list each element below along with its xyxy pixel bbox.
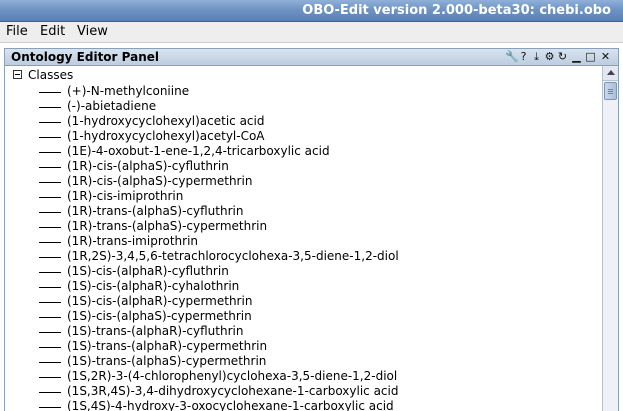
tree-connector-line [39,257,61,258]
tree-item-label: (1S,4S)-4-hydroxy-3-oxocyclohexane-1-car… [67,399,394,411]
tree-item-label: (1S,3R,4S)-3,4-dihydroxycyclohexane-1-ca… [67,384,399,398]
tree-connector-line [39,407,61,408]
tree-item[interactable]: (1R)-cis-(alphaS)-cypermethrin [5,174,601,189]
tree-item[interactable]: (1R)-trans-imiprothrin [5,234,601,249]
tree-root-classes[interactable]: Classes [28,68,73,82]
tree-item-label: (1S)-trans-(alphaR)-cyfluthrin [67,324,244,338]
tree-item-label: (-)-abietadiene [67,99,157,113]
pin-icon[interactable]: ⤓ [531,50,542,63]
tree-item-label: (1R)-cis-(alphaS)-cypermethrin [67,174,253,188]
tree-item-label: (1R)-trans-(alphaS)-cypermethrin [67,219,268,233]
tree-item[interactable]: (1R)-trans-(alphaS)-cyfluthrin [5,204,601,219]
tree-item-label: (1S)-cis-(alphaR)-cyfluthrin [67,264,229,278]
tree-item[interactable]: (1-hydroxycyclohexyl)acetic acid [5,114,601,129]
wrench-icon[interactable]: 🔧 [505,50,519,63]
tree-item-label: (1S)-cis-(alphaR)-cypermethrin [67,294,253,308]
tree-connector-line [39,107,61,108]
tree-connector-line [39,377,61,378]
collapse-toggle-icon[interactable] [13,70,22,79]
tree-connector-line [39,302,61,303]
scrollbar-thumb[interactable] [604,82,617,100]
window-titlebar[interactable]: OBO-Edit version 2.000-beta30: chebi.obo [0,0,623,22]
minimize-icon[interactable]: ▁ [571,50,582,63]
tree-connector-line [39,242,61,243]
tree-connector-line [39,212,61,213]
tree-item-label: (1E)-4-oxobut-1-ene-1,2,4-tricarboxylic … [67,144,330,158]
tree-item-label: (1R)-trans-imiprothrin [67,234,199,248]
ontology-tree[interactable]: Classes (+)-N-methylconiine (-)-abietadie… [4,66,602,411]
menubar: File Edit View [0,22,623,43]
tree-item[interactable]: (1R)-trans-(alphaS)-cypermethrin [5,219,601,234]
thumb-grip-line [608,93,613,94]
tree-item[interactable]: (1R,2S)-3,4,5,6-tetrachlorocyclohexa-3,5… [5,249,601,264]
tree-connector-line [39,317,61,318]
tree-item[interactable]: (1S,3R,4S)-3,4-dihydroxycyclohexane-1-ca… [5,384,601,399]
gear-icon[interactable]: ⚙ [544,50,555,63]
tree-item[interactable]: (1S)-trans-(alphaR)-cyfluthrin [5,324,601,339]
tree-connector-line [39,197,61,198]
maximize-icon[interactable]: □ [585,50,596,63]
tree-item[interactable]: (1R)-cis-imiprothrin [5,189,601,204]
close-icon[interactable]: ✕ [600,50,611,63]
tree-connector-line [39,347,61,348]
tree-item-label: (1R,2S)-3,4,5,6-tetrachlorocyclohexa-3,5… [67,249,399,263]
panel-header: Ontology Editor Panel 🔧 ? ⤓ ⚙ ↻ ▁ □ ✕ [4,48,619,66]
menu-edit[interactable]: Edit [40,24,65,39]
tree-item-label: (1R)-trans-(alphaS)-cyfluthrin [67,204,244,218]
tree-connector-line [39,392,61,393]
tree-connector-line [39,137,61,138]
help-icon[interactable]: ? [518,50,529,63]
tree-item[interactable]: (1S)-cis-(alphaR)-cyhalothrin [5,279,601,294]
tree-item[interactable]: (1S)-cis-(alphaR)-cypermethrin [5,294,601,309]
tree-connector-line [39,167,61,168]
tree-item[interactable]: (1S)-trans-(alphaS)-cypermethrin [5,354,601,369]
scroll-up-arrow-icon[interactable] [603,66,618,81]
menu-view[interactable]: View [77,24,108,39]
tree-item-label: (1S)-trans-(alphaS)-cypermethrin [67,354,267,368]
panel-title: Ontology Editor Panel [11,50,160,64]
tree-connector-line [39,92,61,93]
tree-item[interactable]: (1E)-4-oxobut-1-ene-1,2,4-tricarboxylic … [5,144,601,159]
refresh-icon[interactable]: ↻ [557,50,568,63]
tree-item[interactable]: (1S)-cis-(alphaS)-cypermethrin [5,309,601,324]
tree-connector-line [39,287,61,288]
tree-connector-line [39,227,61,228]
tree-item-label: (1-hydroxycyclohexyl)acetyl-CoA [67,129,265,143]
thumb-grip-line [608,91,613,92]
tree-connector-line [39,152,61,153]
tree-connector-line [39,362,61,363]
window-title: OBO-Edit version 2.000-beta30: chebi.obo [302,3,611,18]
tree-item-label: (+)-N-methylconiine [67,84,190,98]
tree-item[interactable]: (1S)-cis-(alphaR)-cyfluthrin [5,264,601,279]
tree-connector-line [39,272,61,273]
tree-item[interactable]: (1S,4S)-4-hydroxy-3-oxocyclohexane-1-car… [5,399,601,411]
tree-item[interactable]: (1S,2R)-3-(4-chlorophenyl)cyclohexa-3,5-… [5,369,601,384]
tree-item-label: (1-hydroxycyclohexyl)acetic acid [67,114,265,128]
tree-item-label: (1S,2R)-3-(4-chlorophenyl)cyclohexa-3,5-… [67,369,398,383]
tree-item[interactable]: (1-hydroxycyclohexyl)acetyl-CoA [5,129,601,144]
thumb-grip-line [608,89,613,90]
tree-connector-line [39,122,61,123]
menu-file[interactable]: File [6,24,28,39]
tree-item-label: (1R)-cis-imiprothrin [67,189,184,203]
tree-item-label: (1R)-cis-(alphaS)-cyfluthrin [67,159,229,173]
tree-item-label: (1S)-cis-(alphaS)-cypermethrin [67,309,252,323]
tree-item[interactable]: (-)-abietadiene [5,99,601,114]
tree-item-label: (1S)-trans-(alphaR)-cypermethrin [67,339,268,353]
tree-item[interactable]: (1R)-cis-(alphaS)-cyfluthrin [5,159,601,174]
tree-item-label: (1S)-cis-(alphaR)-cyhalothrin [67,279,240,293]
tree-connector-line [39,332,61,333]
vertical-scrollbar[interactable] [602,66,619,411]
tree-connector-line [39,182,61,183]
tree-item[interactable]: (+)-N-methylconiine [5,84,601,99]
tree-item[interactable]: (1S)-trans-(alphaR)-cypermethrin [5,339,601,354]
